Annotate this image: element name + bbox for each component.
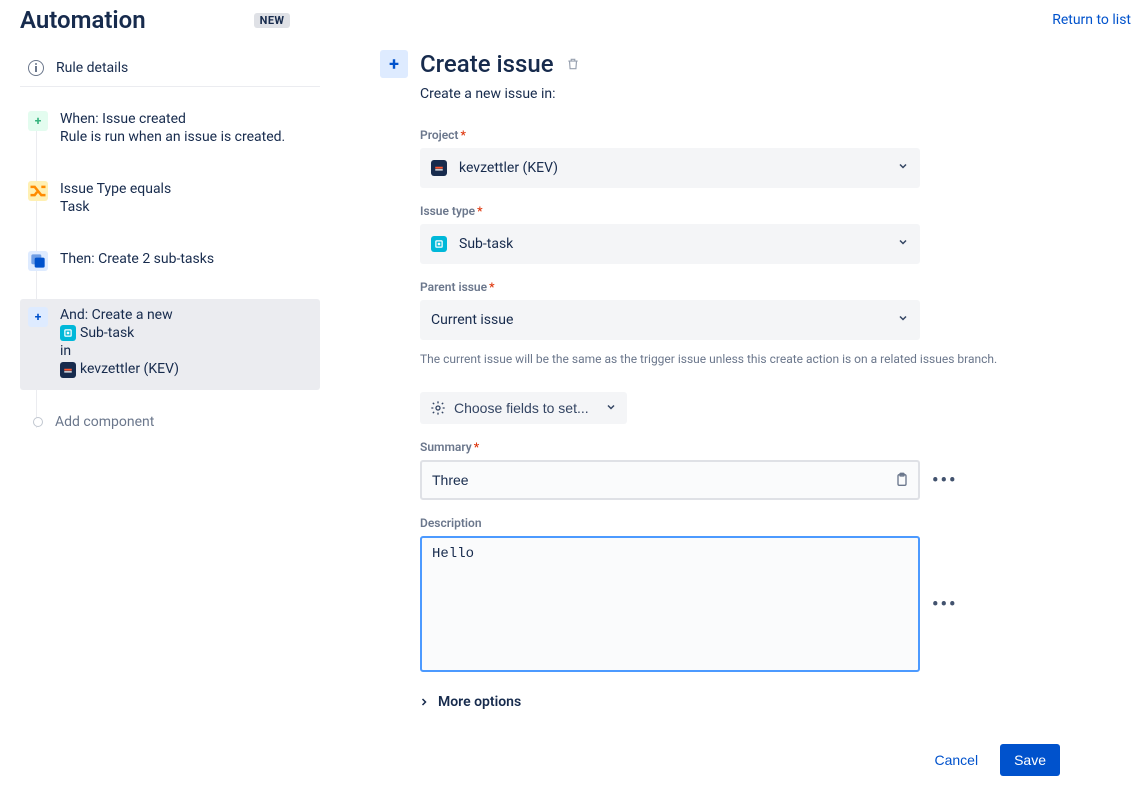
parent-issue-label: Parent issue*	[420, 280, 1020, 294]
step-title: Issue Type equals	[60, 181, 171, 197]
summary-label: Summary*	[420, 440, 1020, 454]
more-options-label: More options	[438, 694, 521, 710]
more-actions-summary[interactable]: •••	[932, 470, 956, 491]
project-value: kevzettler (KEV)	[459, 160, 558, 176]
issue-type-label: Issue type*	[420, 204, 1020, 218]
step-detail-project: kevzettler (KEV)	[60, 361, 179, 377]
project-label: Project*	[420, 128, 1020, 142]
page-title: Automation	[20, 6, 146, 34]
circle-icon	[33, 417, 43, 427]
gear-icon	[430, 400, 446, 416]
description-label: Description	[420, 516, 1020, 530]
step-when-issue-created[interactable]: + When: Issue created Rule is run when a…	[20, 103, 320, 157]
description-textarea[interactable]	[420, 536, 920, 672]
step-subtitle: Rule is run when an issue is created.	[60, 129, 285, 145]
step-then-create-subtasks[interactable]: Then: Create 2 sub-tasks	[20, 243, 320, 283]
step-subtitle: Task	[60, 199, 171, 215]
chevron-down-icon	[897, 236, 909, 252]
subtask-icon	[431, 236, 447, 252]
project-select[interactable]: kevzettler (KEV)	[420, 148, 920, 188]
chevron-down-icon	[897, 160, 909, 176]
choose-fields-button[interactable]: Choose fields to set...	[420, 392, 627, 424]
sidebar: Rule details + When: Issue created Rule …	[20, 50, 320, 776]
step-detail-in: in	[60, 343, 179, 359]
more-options-toggle[interactable]: More options	[420, 694, 1020, 710]
panel-title: Create issue	[420, 50, 554, 78]
main-panel: + Create issue Create a new issue in: Pr…	[380, 50, 1131, 776]
parent-issue-value: Current issue	[431, 312, 513, 328]
plus-icon: +	[28, 111, 48, 131]
plus-icon: +	[380, 50, 408, 78]
issue-type-select[interactable]: Sub-task	[420, 224, 920, 264]
add-component-button[interactable]: Add component	[20, 406, 320, 438]
subtask-icon	[60, 325, 76, 341]
return-to-list-link[interactable]: Return to list	[1052, 12, 1131, 28]
chevron-right-icon	[418, 696, 434, 708]
step-title: When: Issue created	[60, 111, 285, 127]
step-issue-type-equals[interactable]: Issue Type equals Task	[20, 173, 320, 227]
more-actions-description[interactable]: •••	[932, 594, 956, 615]
clipboard-icon[interactable]	[894, 472, 910, 488]
step-detail-subtask: Sub-task	[60, 325, 179, 341]
trash-icon[interactable]	[566, 57, 580, 71]
cancel-button[interactable]: Cancel	[924, 744, 988, 776]
project-icon	[431, 160, 447, 176]
clone-icon	[28, 251, 48, 271]
step-title: Then: Create 2 sub-tasks	[60, 251, 214, 267]
chevron-down-icon	[605, 400, 617, 416]
choose-fields-label: Choose fields to set...	[454, 400, 589, 416]
panel-intro: Create a new issue in:	[420, 86, 1020, 102]
chevron-down-icon	[897, 312, 909, 328]
issue-type-value: Sub-task	[459, 236, 513, 252]
save-button[interactable]: Save	[1000, 744, 1060, 776]
rule-details-button[interactable]: Rule details	[20, 50, 320, 87]
step-title: And: Create a new	[60, 307, 179, 323]
rule-details-label: Rule details	[56, 60, 128, 76]
shuffle-icon	[28, 181, 48, 201]
parent-issue-select[interactable]: Current issue	[420, 300, 920, 340]
plus-icon: +	[28, 307, 48, 327]
summary-input[interactable]	[420, 460, 920, 500]
add-component-label: Add component	[55, 414, 154, 430]
step-and-create-new[interactable]: + And: Create a new Sub-task in	[20, 299, 320, 390]
new-badge: NEW	[254, 13, 291, 28]
project-icon	[60, 362, 76, 378]
info-icon	[28, 60, 44, 76]
parent-issue-helper: The current issue will be the same as th…	[420, 350, 1040, 368]
